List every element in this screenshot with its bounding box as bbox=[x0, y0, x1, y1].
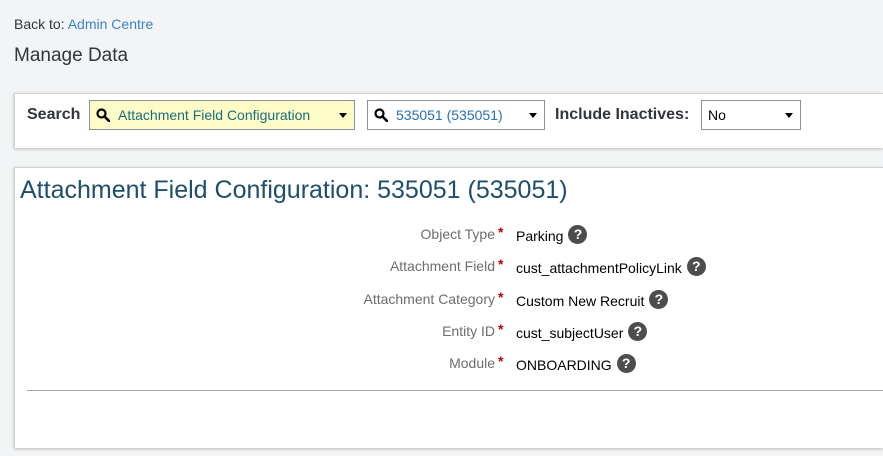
include-inactives-label: Include Inactives: bbox=[555, 106, 690, 123]
field-value-text: Parking bbox=[516, 228, 564, 244]
question-circle-icon[interactable]: ? bbox=[649, 289, 669, 309]
field-row-object-type: Object Type * Parking ? bbox=[15, 224, 875, 248]
detail-panel: Attachment Field Configuration: 535051 (… bbox=[14, 167, 883, 448]
record-combobox[interactable]: 535051 (535051) bbox=[367, 100, 545, 130]
field-value: ONBOARDING ? bbox=[516, 353, 636, 373]
question-circle-icon[interactable]: ? bbox=[628, 321, 648, 341]
required-marker: * bbox=[498, 289, 504, 305]
back-navigation: Back to: Admin Centre bbox=[14, 16, 153, 32]
include-inactives-value: No bbox=[708, 107, 726, 123]
field-row-entity-id: Entity ID * cust_subjectUser ? bbox=[15, 321, 875, 345]
caret-down-icon[interactable] bbox=[785, 113, 793, 118]
page-title: Manage Data bbox=[14, 45, 129, 66]
field-label: Module bbox=[449, 355, 495, 371]
question-circle-icon[interactable]: ? bbox=[616, 353, 636, 373]
field-row-attachment-field: Attachment Field * cust_attachmentPolicy… bbox=[15, 256, 875, 280]
search-panel: Search Attachment Field Configuration 53… bbox=[14, 93, 883, 148]
question-circle-icon[interactable]: ? bbox=[568, 224, 588, 244]
field-row-attachment-category: Attachment Category * Custom New Recruit… bbox=[15, 289, 875, 313]
field-value: cust_subjectUser ? bbox=[516, 321, 648, 341]
field-row-module: Module * ONBOARDING ? bbox=[15, 353, 875, 377]
required-marker: * bbox=[498, 256, 504, 272]
field-value: cust_attachmentPolicyLink ? bbox=[516, 256, 706, 276]
caret-down-icon[interactable] bbox=[339, 113, 347, 118]
search-label: Search bbox=[27, 106, 81, 123]
object-type-value: Attachment Field Configuration bbox=[118, 107, 311, 123]
field-value-text: Custom New Recruit bbox=[516, 293, 645, 309]
detail-title: Attachment Field Configuration: 535051 (… bbox=[20, 176, 568, 204]
object-type-combobox[interactable]: Attachment Field Configuration bbox=[89, 100, 355, 130]
field-value-text: ONBOARDING bbox=[516, 357, 612, 373]
include-inactives-select[interactable]: No bbox=[701, 100, 801, 130]
field-label: Attachment Field bbox=[389, 258, 495, 274]
back-prefix: Back to: bbox=[14, 16, 65, 32]
required-marker: * bbox=[498, 321, 504, 337]
required-marker: * bbox=[498, 224, 504, 240]
field-value: Custom New Recruit ? bbox=[516, 289, 669, 309]
required-marker: * bbox=[498, 353, 504, 369]
field-label: Attachment Category bbox=[363, 291, 495, 307]
field-value-text: cust_attachmentPolicyLink bbox=[516, 260, 682, 276]
magnifier-icon bbox=[96, 108, 110, 122]
field-value: Parking ? bbox=[516, 224, 588, 244]
field-value-text: cust_subjectUser bbox=[516, 325, 624, 341]
field-label: Entity ID bbox=[442, 323, 495, 339]
caret-down-icon[interactable] bbox=[529, 113, 537, 118]
divider bbox=[27, 390, 883, 391]
question-circle-icon[interactable]: ? bbox=[686, 256, 706, 276]
magnifier-icon bbox=[374, 108, 388, 122]
admin-centre-link[interactable]: Admin Centre bbox=[68, 16, 154, 32]
field-label: Object Type bbox=[420, 226, 495, 242]
record-value: 535051 (535051) bbox=[396, 107, 503, 123]
